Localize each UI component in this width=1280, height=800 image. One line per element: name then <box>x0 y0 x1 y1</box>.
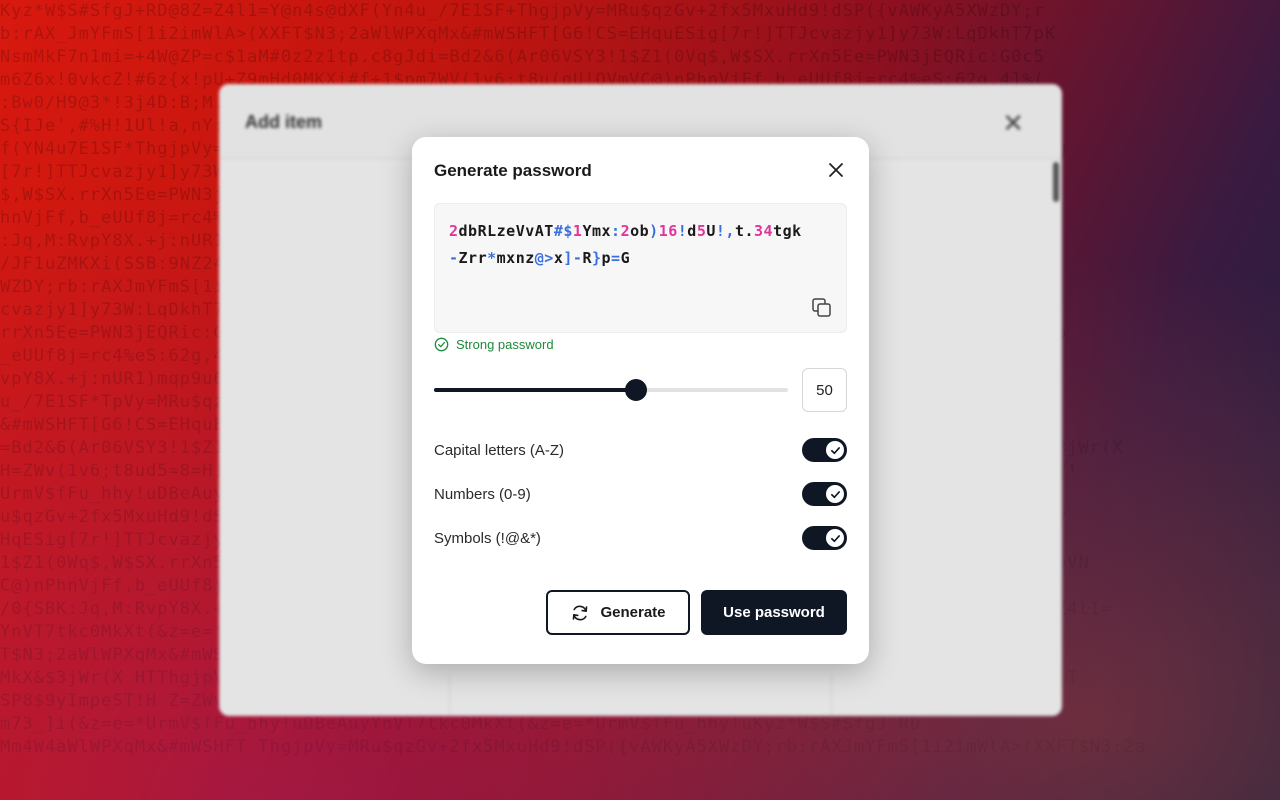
password-segment: - <box>449 249 459 267</box>
close-icon <box>829 163 843 177</box>
password-display: 2dbRLzeVvAT#$1Ymx:2ob)16!d5U!,t.34tgk-Zr… <box>434 203 847 333</box>
password-segment: dbRLzeVvAT <box>458 222 554 240</box>
symbols-toggle[interactable] <box>802 526 847 550</box>
column-divider <box>831 674 832 716</box>
numbers-toggle[interactable] <box>802 482 847 506</box>
password-segment: 16 <box>658 222 678 240</box>
check-circle-icon <box>434 337 449 352</box>
toggle-knob <box>826 529 844 547</box>
option-capital-letters: Capital letters (A-Z) <box>434 438 847 462</box>
password-segment: mxnz <box>496 249 535 267</box>
password-segment: Zrr <box>458 249 488 267</box>
generate-label: Generate <box>600 604 666 621</box>
password-segment: R <box>582 249 592 267</box>
copy-icon <box>812 298 831 317</box>
password-segment: : <box>611 222 621 240</box>
password-segment: !, <box>715 222 735 240</box>
use-password-label: Use password <box>723 604 825 621</box>
password-segment: ob <box>630 222 650 240</box>
close-button[interactable] <box>825 159 847 181</box>
length-slider[interactable] <box>434 369 788 409</box>
password-segment: t. <box>734 222 754 240</box>
option-label: Numbers (0-9) <box>434 485 531 503</box>
password-segment: 2 <box>449 222 459 240</box>
password-segment: 5 <box>696 222 707 240</box>
password-segment: U <box>706 222 716 240</box>
check-icon <box>830 490 840 498</box>
generate-password-dialog: Generate password 2dbRLzeVvAT#$1Ymx:2ob)… <box>412 137 869 664</box>
check-icon <box>830 534 840 542</box>
dialog-title: Generate password <box>434 161 592 180</box>
password-segment: Ymx <box>582 222 612 240</box>
generate-button[interactable]: Generate <box>546 590 690 635</box>
password-segment: d <box>687 222 697 240</box>
use-password-button[interactable]: Use password <box>701 590 847 635</box>
password-segment: p <box>601 249 612 267</box>
option-symbols: Symbols (!@&*) <box>434 526 847 550</box>
column-divider <box>449 674 450 716</box>
strength-label: Strong password <box>456 337 554 352</box>
option-label: Symbols (!@&*) <box>434 529 541 547</box>
password-segment: tgk <box>773 222 802 240</box>
option-numbers: Numbers (0-9) <box>434 482 847 506</box>
capital-letters-toggle[interactable] <box>802 438 847 462</box>
password-segment: ) <box>649 222 659 240</box>
add-item-close-icon[interactable]: ✕ <box>1002 108 1024 139</box>
toggle-knob <box>826 485 844 503</box>
option-label: Capital letters (A-Z) <box>434 441 565 459</box>
refresh-icon <box>573 605 588 620</box>
password-segment: * <box>487 249 497 267</box>
generated-password[interactable]: 2dbRLzeVvAT#$1Ymx:2ob)16!d5U!,t.34tgk-Zr… <box>449 218 809 272</box>
scrollbar[interactable] <box>1053 162 1059 202</box>
password-segment: } <box>591 249 602 267</box>
password-segment: x <box>553 249 564 267</box>
toggle-knob <box>826 441 844 459</box>
password-segment: @> <box>534 249 554 267</box>
password-segment: 2 <box>620 222 631 240</box>
length-input[interactable]: 50 <box>802 368 847 412</box>
password-segment: G <box>620 249 631 267</box>
copy-button[interactable] <box>810 296 834 320</box>
slider-thumb[interactable] <box>624 379 647 401</box>
password-segment: = <box>611 249 621 267</box>
password-segment: 1 <box>572 222 583 240</box>
password-segment: 34 <box>754 222 774 240</box>
password-strength: Strong password <box>434 337 554 352</box>
slider-fill <box>434 388 636 392</box>
password-segment: ]- <box>563 249 583 267</box>
check-icon <box>830 446 840 454</box>
add-item-modal-title: Add item <box>245 112 323 132</box>
password-segment: #$ <box>553 222 573 240</box>
password-segment: ! <box>677 222 688 240</box>
